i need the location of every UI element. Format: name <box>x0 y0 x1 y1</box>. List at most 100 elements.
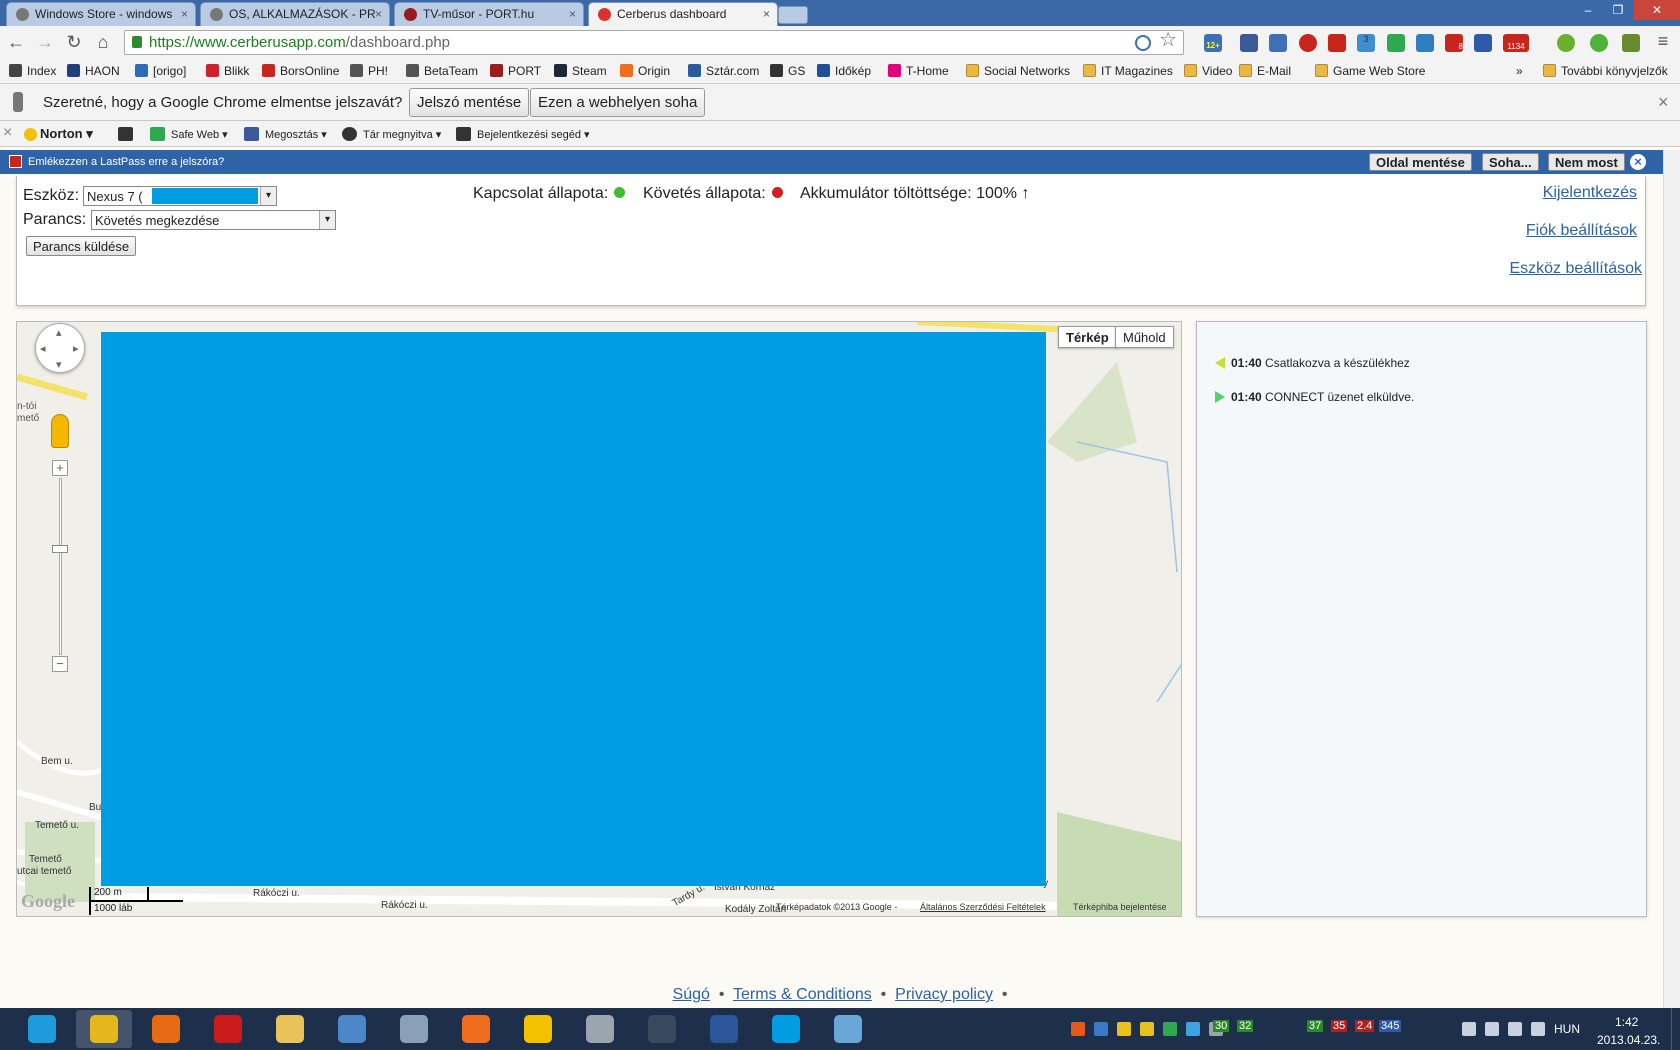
tray-icon[interactable] <box>1117 1022 1131 1036</box>
device-select[interactable]: Nexus 7 ( ▾ <box>83 186 277 206</box>
taskbar-app-norton[interactable] <box>510 1010 566 1048</box>
bookmark-item[interactable]: BorsOnline <box>262 64 339 78</box>
puzzle-icon[interactable] <box>1269 34 1287 52</box>
bookmark-folder[interactable]: Social Networks <box>966 64 1070 78</box>
bookmark-item[interactable]: Index <box>9 64 56 78</box>
minimize-button[interactable]: – <box>1574 0 1602 20</box>
tray-counter[interactable]: 2.4 <box>1355 1020 1375 1032</box>
tray-counter[interactable]: 35 <box>1331 1020 1348 1032</box>
bookmark-item[interactable]: PH! <box>350 64 388 78</box>
close-icon[interactable]: × <box>569 7 576 21</box>
never-for-site-button[interactable]: Ezen a webhelyen soha <box>530 88 706 117</box>
map-terms-link[interactable]: Általános Szerződési Feltételek <box>920 902 1046 912</box>
notification-count-icon[interactable]: 1134 <box>1503 34 1529 52</box>
taskbar-app-internet-explorer[interactable] <box>14 1010 70 1048</box>
pan-right-icon[interactable]: ▸ <box>73 342 79 355</box>
tray-icon[interactable] <box>1186 1022 1200 1036</box>
tab-os-alkalmazasok[interactable]: OS, ALKALMAZÁSOK - PR × <box>200 2 390 26</box>
bookmark-folder[interactable]: Video <box>1184 64 1232 78</box>
bookmark-folder[interactable]: E-Mail <box>1239 64 1291 78</box>
bookmark-item[interactable]: Steam <box>554 64 607 78</box>
norton-home-icon[interactable] <box>118 127 139 141</box>
home-icon[interactable]: ⌂ <box>92 31 114 53</box>
tray-icon[interactable] <box>1140 1022 1154 1036</box>
pan-control[interactable]: ▴ ▾ ◂ ▸ <box>35 323 85 373</box>
stop-icon[interactable] <box>1299 34 1317 52</box>
infobar-close-icon[interactable]: × <box>1658 92 1669 113</box>
refresh-ext-icon[interactable] <box>1557 34 1575 52</box>
taskbar-app-photos[interactable] <box>820 1010 876 1048</box>
norton-close-icon[interactable]: × <box>3 124 12 142</box>
account-settings-link[interactable]: Fiók beállítások <box>1526 222 1637 240</box>
input-language[interactable]: HUN <box>1554 1022 1580 1036</box>
gmail-icon[interactable]: 8 <box>1445 34 1463 52</box>
save-site-button[interactable]: Oldal mentése <box>1369 153 1472 171</box>
vault-button[interactable]: Tár megnyitva ▾ <box>342 127 441 141</box>
clock-date[interactable]: 2013.04.23. <box>1597 1033 1660 1047</box>
map-type-map-button[interactable]: Térkép <box>1058 326 1117 348</box>
volume-icon[interactable] <box>1531 1022 1545 1036</box>
bookmark-item[interactable]: Origin <box>620 64 670 78</box>
taskbar-app-blue-app[interactable] <box>758 1010 814 1048</box>
bookmark-folder[interactable]: Game Web Store <box>1315 64 1425 78</box>
zoom-out-button[interactable]: − <box>52 656 68 672</box>
other-bookmarks-folder[interactable]: További könyvjelzők <box>1543 64 1668 78</box>
bookmark-item[interactable]: [origo] <box>135 64 186 78</box>
taskbar-app-chrome[interactable] <box>76 1010 132 1048</box>
taskbar-app-steam[interactable] <box>634 1010 690 1048</box>
tray-counter[interactable]: 32 <box>1237 1020 1254 1032</box>
never-button[interactable]: Soha... <box>1482 153 1539 171</box>
address-bar[interactable]: https://www.cerberusapp.com/dashboard.ph… <box>124 29 1184 55</box>
badge-12-icon[interactable]: 12+ <box>1204 34 1222 52</box>
bookmarks-overflow-button[interactable]: » <box>1516 64 1523 78</box>
bookmark-item[interactable]: GS <box>770 64 805 78</box>
tray-counter[interactable]: 30 <box>1213 1020 1230 1032</box>
back-icon[interactable]: ← <box>5 31 27 53</box>
pan-up-icon[interactable]: ▴ <box>56 326 62 339</box>
google-logo[interactable]: Google <box>21 891 75 912</box>
login-helper-button[interactable]: Bejelentkezési segéd ▾ <box>456 127 590 141</box>
taskbar-app-firefox[interactable] <box>138 1010 194 1048</box>
bookmark-folder[interactable]: IT Magazines <box>1083 64 1173 78</box>
taskbar-app-opera[interactable] <box>200 1010 256 1048</box>
zoom-in-button[interactable]: + <box>52 460 68 476</box>
flag-icon[interactable] <box>1462 1022 1476 1036</box>
lastpass-icon[interactable] <box>1328 34 1346 52</box>
translate-icon[interactable] <box>1135 35 1151 51</box>
maximize-button[interactable]: ❐ <box>1604 0 1632 20</box>
star-badge-icon[interactable] <box>1474 34 1492 52</box>
reload-icon[interactable]: ↻ <box>63 31 85 53</box>
privacy-link[interactable]: Privacy policy <box>895 986 993 1003</box>
help-link[interactable]: Súgó <box>673 986 710 1003</box>
tray-counter[interactable]: 37 <box>1307 1020 1324 1032</box>
bookmark-item[interactable]: PORT <box>490 64 541 78</box>
close-icon[interactable]: × <box>181 7 188 21</box>
bookmark-item[interactable]: T-Home <box>888 64 949 78</box>
taskbar-app-disk[interactable] <box>572 1010 628 1048</box>
facebook-icon[interactable] <box>1240 34 1258 52</box>
clock-time[interactable]: 1:42 <box>1615 1015 1638 1029</box>
taskbar-app-origin[interactable] <box>448 1010 504 1048</box>
pan-down-icon[interactable]: ▾ <box>56 358 62 371</box>
bookmark-item[interactable]: Blikk <box>206 64 249 78</box>
taskbar-app-control-panel[interactable] <box>324 1010 380 1048</box>
network-icon[interactable] <box>1508 1022 1522 1036</box>
share-button[interactable]: Megosztás ▾ <box>244 127 327 141</box>
mail-count-icon[interactable]: 3 <box>1357 34 1375 52</box>
page-scrollbar[interactable] <box>1663 150 1680 1008</box>
device-settings-link[interactable]: Eszköz beállítások <box>1509 260 1642 278</box>
zoom-slider-track[interactable] <box>59 478 62 655</box>
tab-windows-store[interactable]: Windows Store - windows × <box>6 2 196 26</box>
new-tab-button[interactable] <box>778 6 808 24</box>
lastpass-close-icon[interactable]: × <box>1630 154 1646 170</box>
menu-icon[interactable]: ≡ <box>1652 30 1674 52</box>
star-icon[interactable]: ☆ <box>1159 29 1177 52</box>
save-password-button[interactable]: Jelszó mentése <box>409 88 530 117</box>
map-report-link[interactable]: Térképhiba bejelentése <box>1073 902 1167 912</box>
safe-web-button[interactable]: Safe Web ▾ <box>150 127 228 141</box>
zoom-slider-thumb[interactable] <box>52 544 68 553</box>
not-now-button[interactable]: Nem most <box>1548 153 1625 171</box>
tab-port-tv[interactable]: TV-műsor - PORT.hu × <box>394 2 584 26</box>
taskbar-app-task-manager[interactable] <box>386 1010 442 1048</box>
bookmark-item[interactable]: HAON <box>67 64 120 78</box>
